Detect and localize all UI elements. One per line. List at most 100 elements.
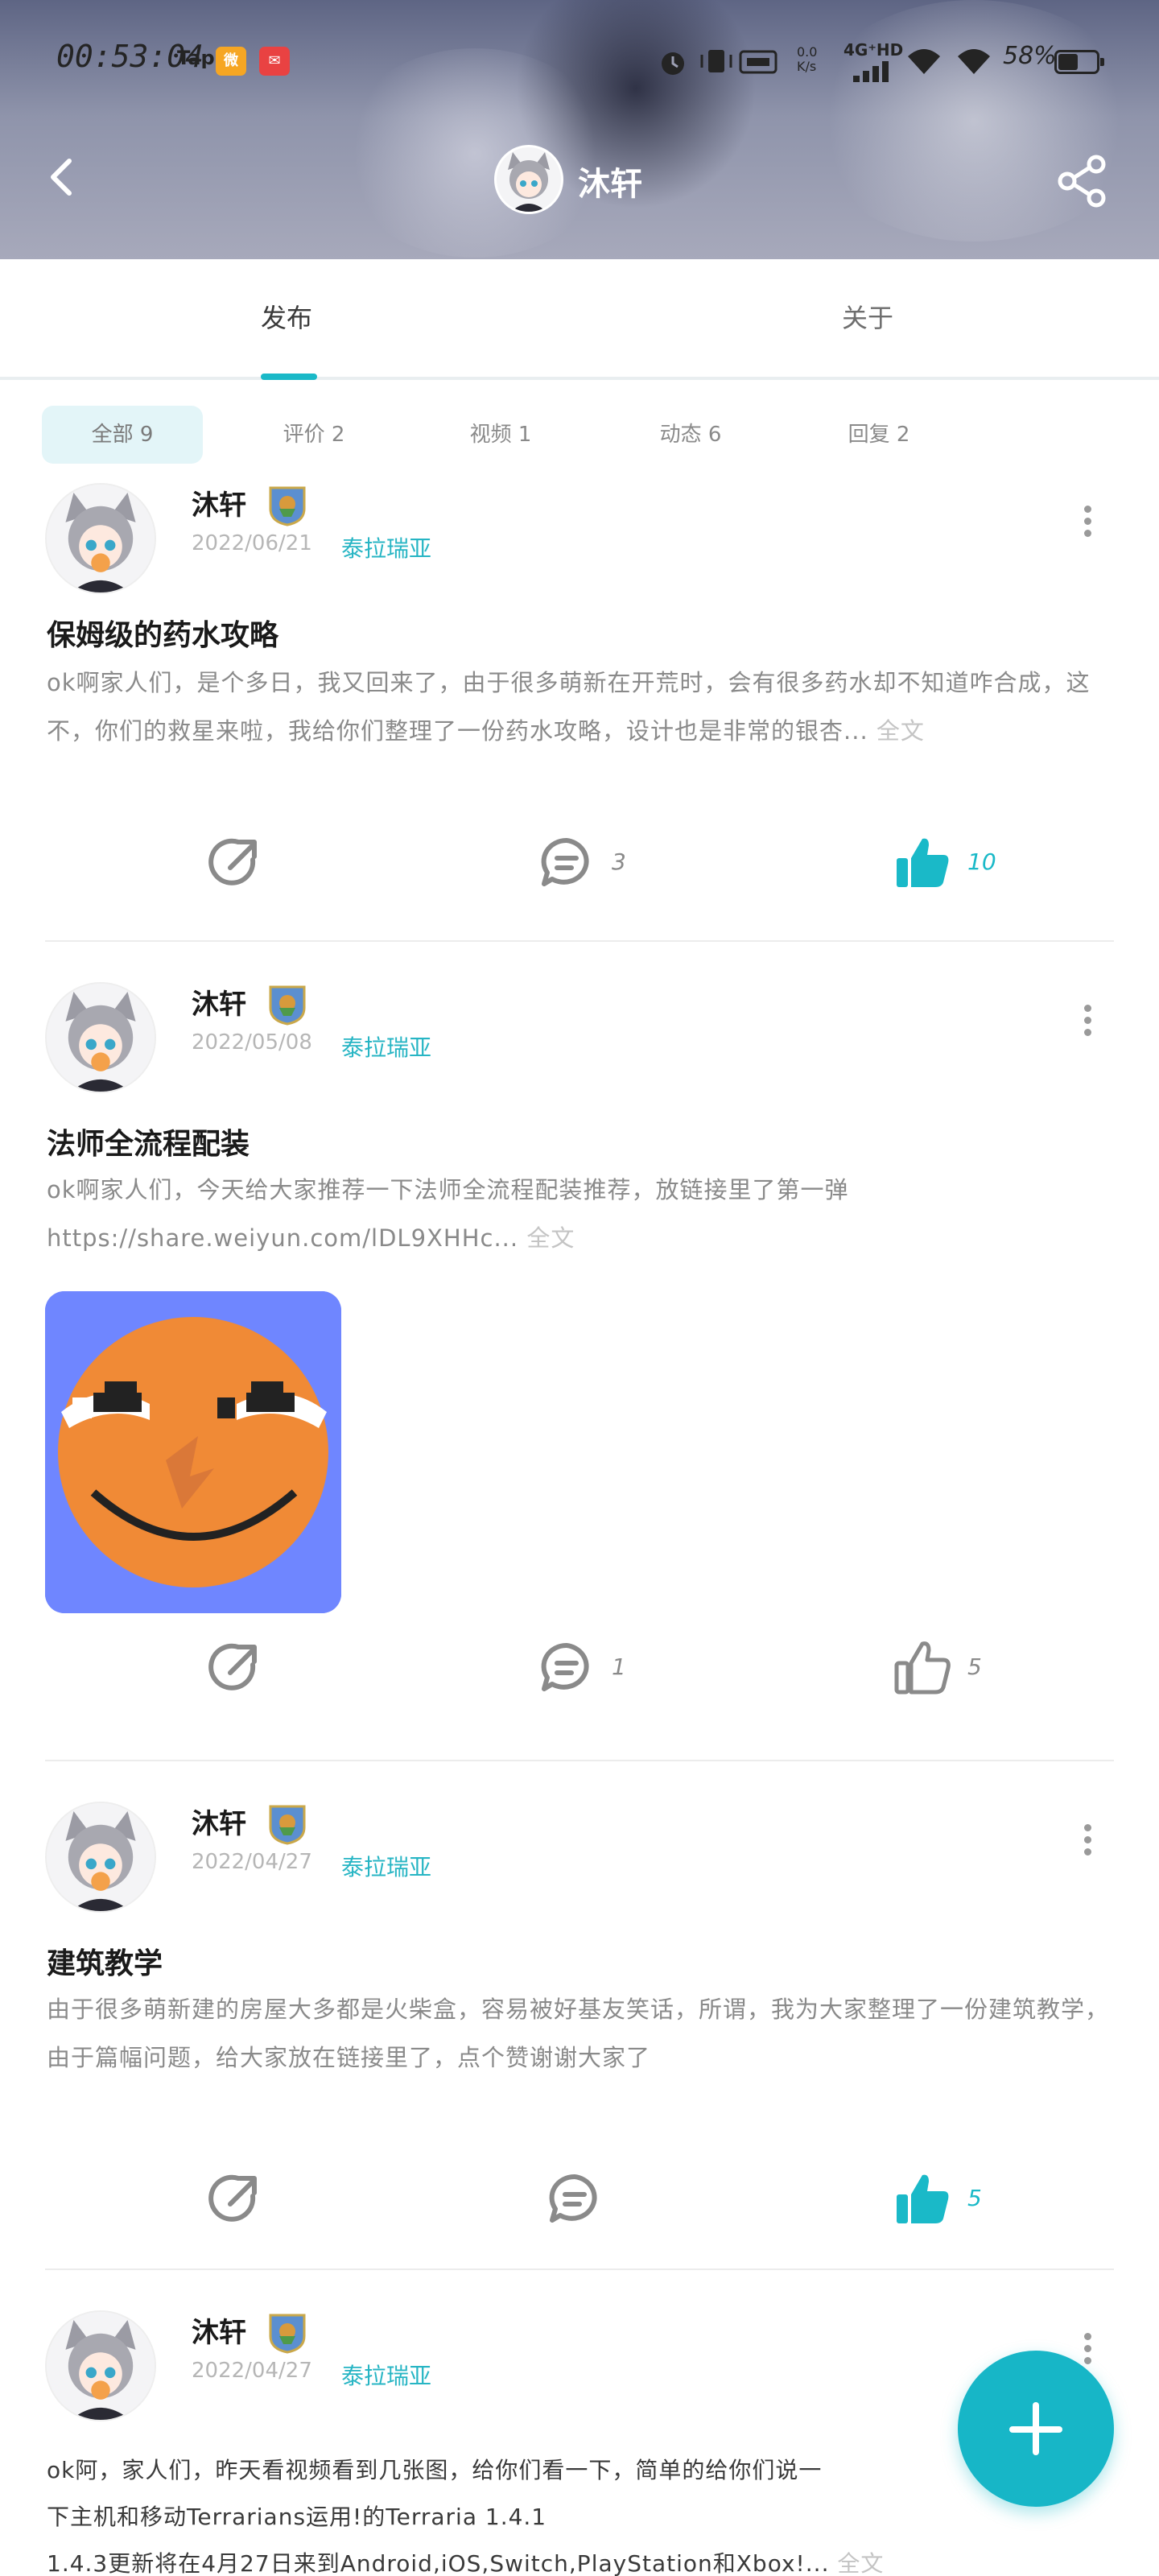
author-name[interactable]: 沐轩 <box>192 2310 246 2350</box>
comment-count: 1 <box>612 1653 626 1680</box>
catgirl-avatar-image <box>47 1803 155 1911</box>
thumbs-up-filled-icon <box>897 2174 949 2223</box>
like-count: 5 <box>967 1653 982 1680</box>
tab-posts[interactable]: 发布 <box>261 298 312 335</box>
post-divider <box>45 940 1114 942</box>
author-avatar[interactable] <box>45 1802 156 1913</box>
filter-moments[interactable]: 动态 6 <box>618 406 763 464</box>
author-name[interactable]: 沐轩 <box>192 982 246 1022</box>
post-divider <box>45 2268 1114 2270</box>
post-date: 2022/06/21 <box>192 531 312 555</box>
post-excerpt-text: ok啊家人们，是个多日，我又回来了，由于很多萌新在开荒时，会有很多药水却不知道咋… <box>47 669 1091 745</box>
post-game-tag[interactable]: 泰拉瑞亚 <box>341 531 431 564</box>
post-game-tag[interactable]: 泰拉瑞亚 <box>341 2359 431 2391</box>
network-type: 4G⁺HD <box>843 40 904 60</box>
thumbs-up-filled-icon <box>897 838 949 887</box>
post-actions: 5 <box>45 2167 1114 2240</box>
battery-percent: 58% <box>1003 42 1057 70</box>
guild-shield-badge-icon <box>269 2314 306 2354</box>
comment-button[interactable]: 3 <box>534 831 663 903</box>
post-excerpt[interactable]: ok啊家人们，今天给大家推荐一下法师全流程配装推荐，放链接里了第一弹https:… <box>47 1166 1013 1262</box>
post-excerpt[interactable]: ok阿，家人们，昨天看视频看到几张图，给你们看一下，简单的给你们说一 下主机和移… <box>47 2447 1112 2576</box>
post-title[interactable]: 保姆级的药水攻略 <box>47 612 278 654</box>
post-date: 2022/04/27 <box>192 1850 312 1874</box>
author-avatar[interactable] <box>45 483 156 594</box>
vibrate-icon <box>700 50 732 72</box>
post-excerpt[interactable]: ok啊家人们，是个多日，我又回来了，由于很多萌新在开荒时，会有很多药水却不知道咋… <box>47 658 1112 755</box>
like-count: 5 <box>967 2185 982 2211</box>
post-image-thumbnail[interactable] <box>45 1291 341 1613</box>
post-date: 2022/04/27 <box>192 2359 312 2383</box>
post-card: 沐轩 2022/04/27 泰拉瑞亚 建筑教学 由于很多萌新建的房屋大多都是火柴… <box>45 1802 1114 2252</box>
post-date: 2022/05/08 <box>192 1030 312 1055</box>
post-excerpt-line-text: 1.4.3更新将在4月27日来到Android,iOS,Switch,PlayS… <box>47 2550 830 2576</box>
like-button[interactable]: 5 <box>890 2167 1035 2240</box>
share-button[interactable] <box>203 2167 283 2240</box>
comment-icon <box>549 2174 597 2223</box>
profile-header: 00:53:04 Tap 微 ✉ 0.0 K/s 4G⁺HD 58% 沐轩 <box>0 0 1159 259</box>
comment-button[interactable] <box>542 2167 623 2240</box>
filter-all[interactable]: 全部 9 <box>42 406 203 464</box>
filter-replies[interactable]: 回复 2 <box>806 406 951 464</box>
post-excerpt-line: 下主机和移动Terrarians运用!的Terraria 1.4.1 <box>47 2504 547 2530</box>
post-game-tag[interactable]: 泰拉瑞亚 <box>341 1850 431 1882</box>
header-avatar[interactable] <box>494 145 563 214</box>
create-post-fab[interactable] <box>958 2351 1114 2507</box>
share-button[interactable] <box>203 1636 283 1708</box>
tab-about[interactable]: 关于 <box>842 298 893 335</box>
post-excerpt-text: ok啊家人们，今天给大家推荐一下法师全流程配装推荐，放链接里了第一弹https:… <box>47 1176 849 1252</box>
post-excerpt[interactable]: 由于很多萌新建的房屋大多都是火柴盒，容易被好基友笑话，所谓，我为大家整理了一份建… <box>47 1985 1112 2082</box>
author-avatar[interactable] <box>45 982 156 1093</box>
wifi-icon <box>958 49 990 74</box>
share-arrow-icon <box>208 2174 257 2222</box>
share-icon[interactable] <box>1054 153 1111 209</box>
catgirl-avatar-image <box>47 2312 155 2420</box>
battery-icon <box>1054 50 1104 74</box>
comment-icon <box>541 1642 589 1691</box>
like-button[interactable]: 10 <box>890 831 1035 903</box>
filter-videos[interactable]: 视频 1 <box>428 406 573 464</box>
post-title[interactable]: 法师全流程配装 <box>47 1121 250 1162</box>
read-more-link[interactable]: 全文 <box>837 2550 884 2576</box>
share-button[interactable] <box>203 831 283 903</box>
like-button[interactable]: 5 <box>890 1636 1035 1708</box>
post-actions: 1 5 <box>45 1636 1114 1708</box>
post-card: 沐轩 2022/04/27 泰拉瑞亚 ok阿，家人们，昨天看视频看到几张图，给你… <box>45 2310 1114 2576</box>
guild-shield-badge-icon <box>269 486 306 526</box>
back-arrow-icon[interactable] <box>40 153 89 201</box>
author-avatar[interactable] <box>45 2310 156 2421</box>
post-divider <box>45 1760 1114 1761</box>
share-arrow-icon <box>208 1643 257 1690</box>
pixel-smiley-face-image <box>45 1291 341 1613</box>
comment-button[interactable]: 1 <box>534 1636 663 1708</box>
post-card: 沐轩 2022/06/21 泰拉瑞亚 保姆级的药水攻略 ok啊家人们，是个多日，… <box>45 483 1114 934</box>
alarm-icon <box>662 52 684 75</box>
guild-shield-badge-icon <box>269 985 306 1026</box>
post-actions: 3 10 <box>45 831 1114 903</box>
weibo-notification-icon: 微 <box>216 47 246 76</box>
post-title[interactable]: 建筑教学 <box>47 1940 163 1982</box>
more-options-icon[interactable] <box>1075 1819 1099 1868</box>
author-name[interactable]: 沐轩 <box>192 1802 246 1841</box>
status-bar: 00:53:04 Tap 微 ✉ 0.0 K/s 4G⁺HD 58% <box>0 32 1159 89</box>
thumbs-up-outline-icon <box>894 1641 951 1695</box>
catgirl-avatar-image <box>497 147 561 212</box>
network-speed: 0.0 K/s <box>797 44 818 74</box>
catgirl-avatar-image <box>47 485 155 592</box>
app-notification-icon: ✉ <box>259 47 290 76</box>
more-options-icon[interactable] <box>1075 1000 1099 1048</box>
post-card: 沐轩 2022/05/08 泰拉瑞亚 法师全流程配装 ok啊家人们，今天给大家推… <box>45 982 1114 1747</box>
wifi-icon <box>908 49 940 74</box>
post-excerpt-line: 1.4.3更新将在4月27日来到Android,iOS,Switch,PlayS… <box>47 2541 1112 2576</box>
read-more-link[interactable]: 全文 <box>526 1224 575 1252</box>
read-more-link[interactable]: 全文 <box>876 717 925 745</box>
more-options-icon[interactable] <box>1075 501 1099 549</box>
comment-count: 3 <box>612 848 626 875</box>
catgirl-avatar-image <box>47 984 155 1092</box>
nfc-icon <box>739 50 777 74</box>
post-game-tag[interactable]: 泰拉瑞亚 <box>341 1030 431 1063</box>
author-name[interactable]: 沐轩 <box>192 483 246 522</box>
share-arrow-icon <box>208 838 257 886</box>
post-excerpt-line: ok阿，家人们，昨天看视频看到几张图，给你们看一下，简单的给你们说一 <box>47 2457 823 2483</box>
filter-reviews[interactable]: 评价 2 <box>241 406 386 464</box>
